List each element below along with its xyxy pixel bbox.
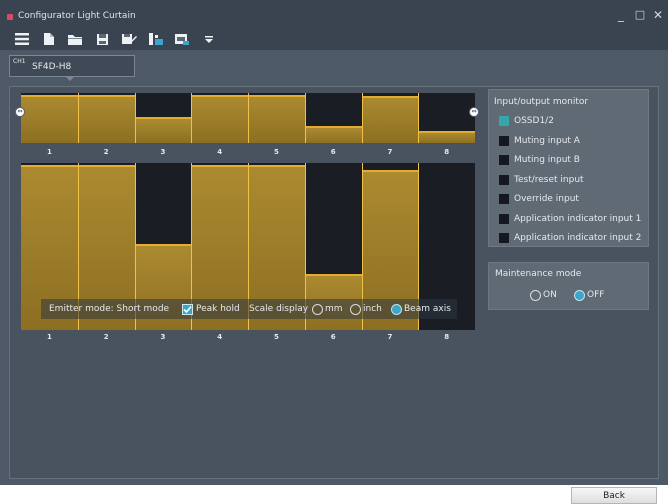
chart1-bar-6: [304, 93, 362, 143]
chart1-divider: [304, 93, 306, 143]
chart1-tick-label: 6: [330, 148, 336, 156]
chart1-bar-fill-1: [21, 95, 78, 143]
io-item-label: Test/reset input: [514, 174, 584, 185]
io-indicator-icon: [499, 233, 509, 243]
io-item-label: OSSD1/2: [514, 116, 554, 126]
channel-prefix: CH1: [13, 58, 26, 65]
save-as-icon[interactable]: [120, 30, 138, 48]
io-item-label: Override input: [514, 194, 579, 204]
io-item-label: Application indicator input 2: [514, 233, 642, 243]
maintenance-on-radio[interactable]: [530, 290, 541, 301]
emitter-mode-label: Emitter mode: Short mode: [49, 304, 170, 314]
read-device-icon[interactable]: [147, 30, 165, 48]
app-logo-icon: [7, 14, 13, 20]
io-item-label: Muting input B: [514, 155, 580, 165]
chart1-bar-4: [191, 93, 248, 143]
chart1-divider: [191, 93, 193, 143]
menu-icon[interactable]: [13, 30, 31, 48]
chart2-tick-label: 8: [444, 333, 450, 341]
maximize-button[interactable]: □: [633, 8, 647, 22]
chart1-tick-label: 5: [273, 148, 279, 156]
scale-display-label: Scale display: [249, 304, 309, 314]
open-folder-icon[interactable]: [66, 30, 84, 48]
io-indicator-icon: [499, 116, 509, 126]
chart1-bar-8: [418, 93, 475, 143]
chart1-bar-7: [361, 93, 419, 143]
channel-tab[interactable]: CH1 SF4D-H8: [9, 55, 135, 77]
peak-hold-checkbox[interactable]: [182, 304, 193, 315]
maintenance-mode-title: Maintenance mode: [495, 269, 582, 279]
right-range-handle-icon[interactable]: ⇔: [469, 107, 479, 117]
top-beam-chart: [21, 93, 475, 143]
chart1-tick-label: 1: [46, 148, 52, 156]
io-monitor-panel: Input/output monitor OSSD1/2 Muting input…: [488, 89, 649, 247]
chart1-divider: [361, 93, 363, 143]
toolbar: [0, 28, 668, 50]
scale-option-beam-axis: Beam axis: [404, 304, 451, 314]
maintenance-mode-panel: Maintenance mode ON OFF: [488, 262, 649, 310]
chart1-bar-fill-5: [248, 95, 305, 143]
chart2-tick-label: 1: [46, 333, 52, 341]
close-button[interactable]: ✕: [651, 8, 665, 22]
chart1-bar-5: [248, 93, 305, 143]
scale-radio-inch[interactable]: [350, 304, 361, 315]
channel-model-name: SF4D-H8: [32, 62, 72, 72]
chart1-bar-fill-8: [418, 131, 475, 143]
back-button[interactable]: Back: [571, 487, 657, 504]
io-item-label: Muting input A: [514, 135, 580, 146]
minimize-button[interactable]: _: [614, 8, 628, 22]
chart2-tick-label: 5: [273, 333, 279, 341]
app-window: Configurator Light Curtain _ □ ✕ CH1 SF4…: [0, 0, 668, 504]
io-indicator-icon: [499, 174, 509, 185]
chart1-bar-fill-7: [361, 95, 419, 143]
chart2-tick-label: 4: [217, 333, 223, 341]
footer-strip: [0, 485, 668, 504]
io-monitor-title: Input/output monitor: [494, 97, 589, 107]
maintenance-off-label: OFF: [587, 290, 605, 300]
chart2-tick-label: 2: [103, 333, 109, 341]
scale-radio-mm[interactable]: [312, 304, 323, 315]
chart1-bar-1: [21, 93, 78, 143]
channel-tab-pointer: [66, 77, 74, 81]
scale-radio-beam-axis[interactable]: [391, 304, 402, 315]
io-indicator-icon: [499, 194, 509, 204]
dropdown-arrow-icon[interactable]: [200, 30, 218, 48]
chart1-tick-label: 4: [217, 148, 223, 156]
window-title: Configurator Light Curtain: [18, 11, 136, 21]
chart2-tick-label: 6: [330, 333, 336, 341]
io-indicator-icon: [499, 213, 509, 224]
save-icon[interactable]: [93, 30, 111, 48]
chart1-divider: [418, 93, 420, 143]
chart2-tick-label: 7: [387, 333, 393, 341]
title-bar: Configurator Light Curtain _ □ ✕: [0, 0, 668, 28]
io-indicator-icon: [499, 135, 509, 146]
new-file-icon[interactable]: [40, 30, 58, 48]
chart1-divider: [248, 93, 249, 143]
chart2-tick-label: 3: [160, 333, 166, 341]
io-item-label: Application indicator input 1: [514, 213, 642, 224]
chart1-divider: [77, 93, 79, 143]
chart1-tick-label: 8: [444, 148, 450, 156]
chart1-bar-3: [134, 93, 192, 143]
checkmark-icon: [183, 305, 192, 314]
maintenance-off-radio[interactable]: [574, 290, 585, 301]
maintenance-on-label: ON: [543, 290, 557, 300]
chart1-bar-fill-2: [77, 95, 135, 143]
chart1-bar-fill-6: [304, 126, 362, 143]
chart1-tick-label: 2: [103, 148, 109, 156]
chart1-divider: [134, 93, 136, 143]
chart1-tick-label: 7: [387, 148, 393, 156]
write-device-icon[interactable]: [173, 30, 191, 48]
scale-option-mm: mm: [325, 304, 343, 314]
chart1-bar-2: [77, 93, 135, 143]
left-range-handle-icon[interactable]: ⇔: [15, 107, 25, 117]
chart1-bar-fill-4: [191, 95, 248, 143]
scale-option-inch: inch: [363, 304, 382, 314]
chart1-tick-label: 3: [160, 148, 166, 156]
chart1-bar-fill-3: [134, 116, 192, 143]
io-indicator-icon: [499, 155, 509, 165]
emitter-settings-strip: Emitter mode: Short mode Peak hold Scale…: [41, 299, 457, 319]
peak-hold-label: Peak hold: [196, 304, 240, 314]
